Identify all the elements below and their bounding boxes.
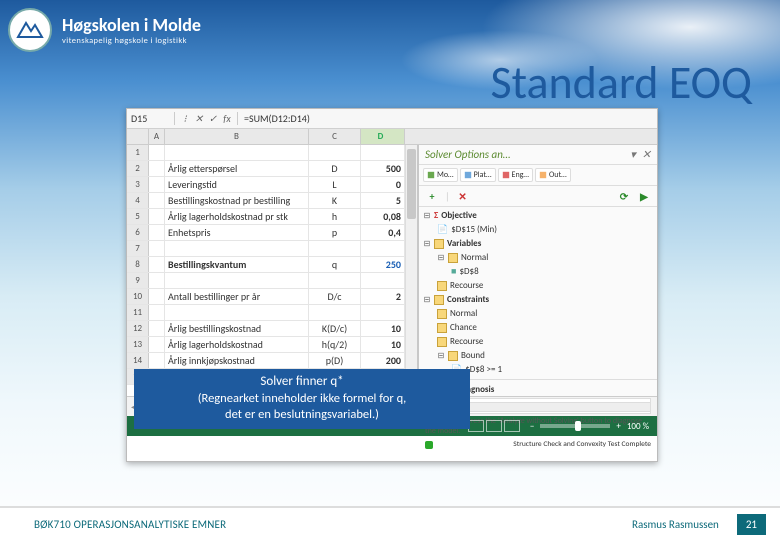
formula-bar-buttons: ⁝ ✕ ✓ fx xyxy=(175,112,238,125)
accept-icon[interactable]: ✓ xyxy=(207,112,219,125)
bound-expr[interactable]: $D$8 >= 1 xyxy=(465,363,502,377)
zoom-value[interactable]: 100 % xyxy=(627,421,649,432)
formula-input[interactable]: =SUM(D12:D14) xyxy=(238,112,657,125)
view-normal-icon[interactable] xyxy=(468,420,484,432)
diagnosis-status: Structure Check and Convexity Test Compl… xyxy=(513,440,651,449)
zoom-in-icon[interactable]: + xyxy=(616,421,620,432)
course-code: BØK710 OPERASJONSANALYTISKE EMNER xyxy=(34,518,226,531)
folder-icon xyxy=(434,295,444,305)
zoom-control[interactable]: − + 100 % xyxy=(530,421,649,432)
refresh-icon[interactable]: ⟳ xyxy=(617,189,631,203)
slide-footer: BØK710 OPERASJONSANALYTISKE EMNER Rasmus… xyxy=(0,506,780,540)
folder-icon xyxy=(437,309,447,319)
zoom-slider[interactable] xyxy=(540,424,610,428)
vertical-scrollbar[interactable] xyxy=(405,145,417,396)
status-ok-icon xyxy=(425,441,433,449)
tab-platform[interactable]: Plat… xyxy=(460,168,496,182)
col-header-d[interactable]: D xyxy=(361,129,405,144)
cell[interactable]: Årlig etterspørsel xyxy=(165,161,309,176)
solver-tabs: Mo… Plat… Eng… Out… xyxy=(419,165,657,186)
folder-icon xyxy=(437,281,447,291)
row-header[interactable]: 1 xyxy=(127,145,149,160)
col-header-b[interactable]: B xyxy=(165,129,309,144)
tree-constraints[interactable]: Constraints xyxy=(447,293,489,307)
tab-engine[interactable]: Eng… xyxy=(498,168,533,182)
tab-output[interactable]: Out… xyxy=(535,168,571,182)
mountain-logo-icon xyxy=(8,8,52,52)
tab-model[interactable]: Mo… xyxy=(423,168,458,182)
solver-pane-title: Solver Options an… xyxy=(425,148,510,161)
col-header-c[interactable]: C xyxy=(309,129,361,144)
variable-cell[interactable]: $D$8 xyxy=(459,265,478,279)
view-mode-buttons xyxy=(468,420,520,432)
folder-icon xyxy=(448,351,458,361)
dropdown-icon[interactable]: ▾ xyxy=(630,148,636,161)
tree-variables[interactable]: Variables xyxy=(447,237,481,251)
tree-objective[interactable]: Objective xyxy=(441,209,477,223)
dropdown-icon[interactable]: ⁝ xyxy=(179,112,191,125)
fx-icon[interactable]: fx xyxy=(221,112,233,125)
view-layout-icon[interactable] xyxy=(486,420,502,432)
page-number: 21 xyxy=(737,514,766,535)
objective-cell[interactable]: $D$15 (Min) xyxy=(451,223,497,237)
slide-title: Standard EOQ xyxy=(490,55,752,111)
cancel-icon[interactable]: ✕ xyxy=(193,112,205,125)
folder-icon xyxy=(437,323,447,333)
zoom-out-icon[interactable]: − xyxy=(530,421,534,432)
close-icon[interactable]: ✕ xyxy=(642,148,651,161)
author-name: Rasmus Rasmussen xyxy=(632,518,719,531)
folder-icon xyxy=(437,337,447,347)
view-break-icon[interactable] xyxy=(504,420,520,432)
institution-logo: Høgskolen i Molde vitenskapelig høgskole… xyxy=(8,8,201,52)
add-icon[interactable]: + xyxy=(425,189,439,203)
folder-icon xyxy=(434,239,444,249)
solver-tree: ⊟ΣObjective 📄$D$15 (Min) ⊟Variables ⊟Nor… xyxy=(419,207,657,379)
folder-icon xyxy=(448,253,458,263)
column-headers: A B C D xyxy=(127,129,657,145)
play-icon[interactable]: ▶ xyxy=(637,189,651,203)
spreadsheet-grid[interactable]: 1 2Årlig etterspørselD500 3LeveringstidL… xyxy=(127,145,405,396)
institution-subtitle: vitenskapelig høgskole i logistikk xyxy=(62,36,201,46)
solver-toolbar: + | ✕ ⟳ ▶ xyxy=(419,186,657,207)
col-header-a[interactable]: A xyxy=(149,129,165,144)
annotation-callout: Solver finner q* (Regnearket inneholder … xyxy=(134,369,470,429)
name-box[interactable]: D15 xyxy=(127,112,175,125)
delete-icon[interactable]: ✕ xyxy=(456,189,470,203)
solver-pane: Solver Options an… ▾ ✕ Mo… Plat… Eng… Ou… xyxy=(417,145,657,396)
institution-name: Høgskolen i Molde xyxy=(62,14,201,36)
formula-bar: D15 ⁝ ✕ ✓ fx =SUM(D12:D14) xyxy=(127,109,657,129)
